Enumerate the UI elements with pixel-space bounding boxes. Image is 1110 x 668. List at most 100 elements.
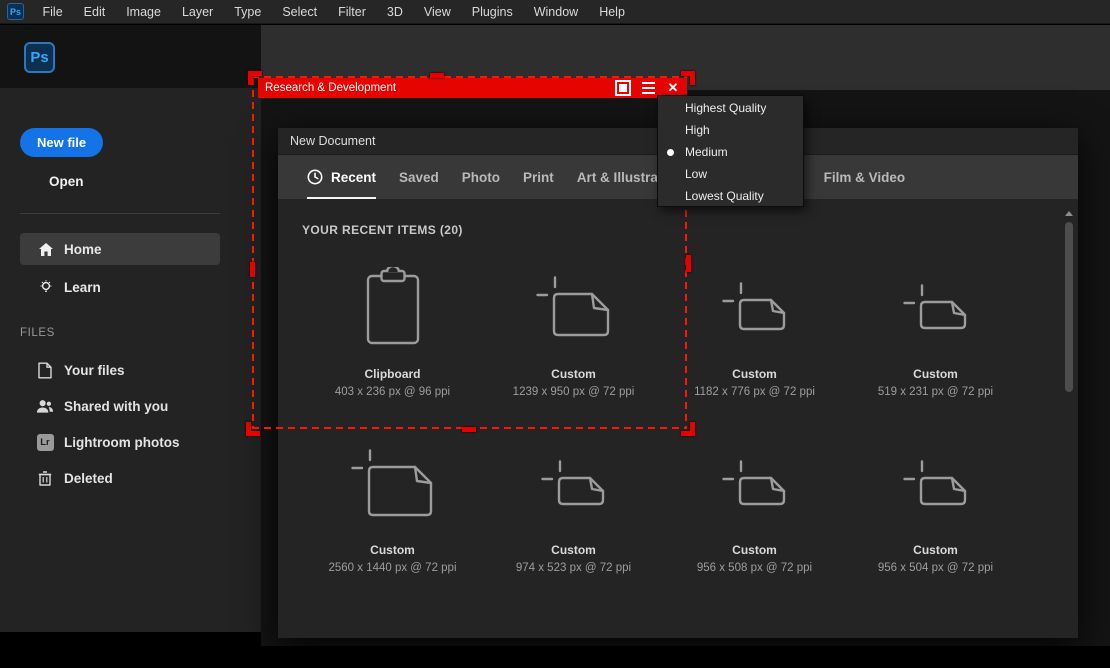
sidebar-item-shared-with-you[interactable]: Shared with you	[20, 393, 240, 419]
recent-item-card[interactable]: Custom 974 x 523 px @ 72 ppi	[483, 431, 664, 581]
recent-item-card[interactable]: Custom 519 x 231 px @ 72 ppi	[845, 255, 1026, 405]
recent-item-card[interactable]: Custom 2560 x 1440 px @ 72 ppi	[302, 431, 483, 581]
menu-item-low[interactable]: Low	[658, 163, 803, 185]
menu-item-highest-quality[interactable]: Highest Quality	[658, 97, 803, 119]
custom-doc-icon	[903, 431, 968, 535]
custom-doc-icon	[722, 255, 787, 359]
menu-edit[interactable]: Edit	[73, 0, 116, 24]
sidebar: New file Open Home Learn FILES	[0, 88, 261, 632]
menu-item-lowest-quality[interactable]: Lowest Quality	[658, 185, 803, 207]
capture-handle-bottom-right[interactable]	[681, 422, 695, 436]
custom-doc-icon	[541, 431, 606, 535]
dialog-scrollbar[interactable]	[1064, 211, 1073, 629]
tab-recent[interactable]: Recent	[307, 155, 376, 199]
item-name: Custom	[913, 367, 958, 381]
recent-item-card[interactable]: Custom 1239 x 950 px @ 72 ppi	[483, 255, 664, 405]
scrollbar-thumb[interactable]	[1065, 222, 1073, 392]
capture-region-border-left	[252, 78, 254, 427]
menu-item-high[interactable]: High	[658, 119, 803, 141]
tab-print[interactable]: Print	[523, 155, 554, 199]
custom-doc-icon	[351, 431, 434, 535]
item-name: Custom	[551, 367, 596, 381]
capture-window-titlebar[interactable]: Research & Development ✕	[258, 78, 687, 98]
tab-saved[interactable]: Saved	[399, 155, 439, 199]
menu-type[interactable]: Type	[224, 0, 272, 24]
recent-item-card[interactable]: Custom 956 x 508 px @ 72 ppi	[664, 431, 845, 581]
item-name: Custom	[913, 543, 958, 557]
scrollbar-up-arrow-icon[interactable]	[1065, 211, 1073, 216]
capture-handle-left-middle[interactable]	[250, 262, 255, 277]
menu-3d[interactable]: 3D	[376, 0, 413, 24]
menu-item-label: High	[685, 123, 710, 137]
lightbulb-icon	[38, 279, 54, 295]
photoshop-mini-logo-icon: Ps	[7, 3, 24, 20]
clipboard-doc-icon	[365, 255, 421, 359]
menu-select[interactable]: Select	[272, 0, 328, 24]
capture-handle-bottom-left[interactable]	[246, 422, 260, 436]
item-name: Clipboard	[365, 367, 421, 381]
menu-help[interactable]: Help	[589, 0, 636, 24]
custom-doc-icon	[536, 255, 611, 359]
dialog-title: New Document	[290, 134, 375, 148]
menu-layer[interactable]: Layer	[171, 0, 223, 24]
menu-plugins[interactable]: Plugins	[461, 0, 523, 24]
menu-view[interactable]: View	[413, 0, 461, 24]
file-item-label: Your files	[64, 363, 125, 378]
tab-film-video[interactable]: Film & Video	[824, 155, 906, 199]
capture-menu-button[interactable]	[640, 78, 656, 98]
sidebar-item-deleted[interactable]: Deleted	[20, 465, 240, 491]
clock-icon	[307, 169, 323, 185]
quality-dropdown-menu: Highest Quality High Medium Low Lowest Q…	[657, 95, 804, 207]
item-dimensions: 974 x 523 px @ 72 ppi	[516, 562, 631, 574]
item-dimensions: 2560 x 1440 px @ 72 ppi	[328, 562, 456, 574]
item-name: Custom	[732, 367, 777, 381]
recent-item-card[interactable]: Clipboard 403 x 236 px @ 96 ppi	[302, 255, 483, 405]
capture-handle-right-middle[interactable]	[686, 255, 691, 272]
open-button[interactable]: Open	[49, 174, 84, 189]
menu-item-medium[interactable]: Medium	[658, 141, 803, 163]
selected-bullet-icon	[667, 149, 674, 156]
tab-photo[interactable]: Photo	[462, 155, 500, 199]
item-dimensions: 956 x 508 px @ 72 ppi	[697, 562, 812, 574]
sidebar-item-label: Home	[64, 242, 102, 257]
capture-handle-top-right[interactable]	[681, 71, 695, 85]
menu-file[interactable]: File	[32, 0, 73, 24]
sidebar-item-label: Learn	[64, 280, 101, 295]
lr-badge: Lr	[36, 434, 54, 451]
capture-handle-top-left[interactable]	[248, 71, 262, 85]
capture-handle-top-middle[interactable]	[430, 73, 444, 78]
item-name: Custom	[732, 543, 777, 557]
menu-filter[interactable]: Filter	[328, 0, 377, 24]
document-icon	[36, 362, 54, 379]
capture-window-title: Research & Development	[265, 82, 615, 94]
sidebar-item-lightroom-photos[interactable]: Lr Lightroom photos	[20, 429, 240, 455]
files-section-header: FILES	[20, 327, 55, 339]
recent-items-header: YOUR RECENT ITEMS (20)	[302, 223, 463, 237]
new-file-button[interactable]: New file	[20, 128, 103, 157]
tab-label: Recent	[331, 170, 376, 185]
item-name: Custom	[370, 543, 415, 557]
file-item-label: Lightroom photos	[64, 435, 179, 450]
sidebar-item-home[interactable]: Home	[20, 233, 220, 265]
recent-item-card[interactable]: Custom 1182 x 776 px @ 72 ppi	[664, 255, 845, 405]
item-dimensions: 403 x 236 px @ 96 ppi	[335, 386, 450, 398]
capture-handle-bottom-middle[interactable]	[462, 427, 476, 432]
item-name: Custom	[551, 543, 596, 557]
tab-label: Print	[523, 170, 554, 185]
menu-window[interactable]: Window	[523, 0, 588, 24]
record-button[interactable]	[615, 80, 631, 96]
menu-image[interactable]: Image	[116, 0, 172, 24]
tab-label: Photo	[462, 170, 500, 185]
menu-item-label: Low	[685, 167, 707, 181]
sidebar-item-your-files[interactable]: Your files	[20, 357, 240, 383]
sidebar-item-learn[interactable]: Learn	[20, 271, 220, 303]
file-item-label: Deleted	[64, 471, 113, 486]
item-dimensions: 956 x 504 px @ 72 ppi	[878, 562, 993, 574]
screen: Ps File Edit Image Layer Type Select Fil…	[0, 0, 1110, 668]
record-square-icon	[619, 84, 627, 92]
menubar: Ps File Edit Image Layer Type Select Fil…	[0, 0, 1110, 24]
tab-label: Saved	[399, 170, 439, 185]
recent-items-grid: Clipboard 403 x 236 px @ 96 ppi Custom 1…	[302, 255, 1026, 581]
custom-doc-icon	[903, 255, 968, 359]
recent-item-card[interactable]: Custom 956 x 504 px @ 72 ppi	[845, 431, 1026, 581]
